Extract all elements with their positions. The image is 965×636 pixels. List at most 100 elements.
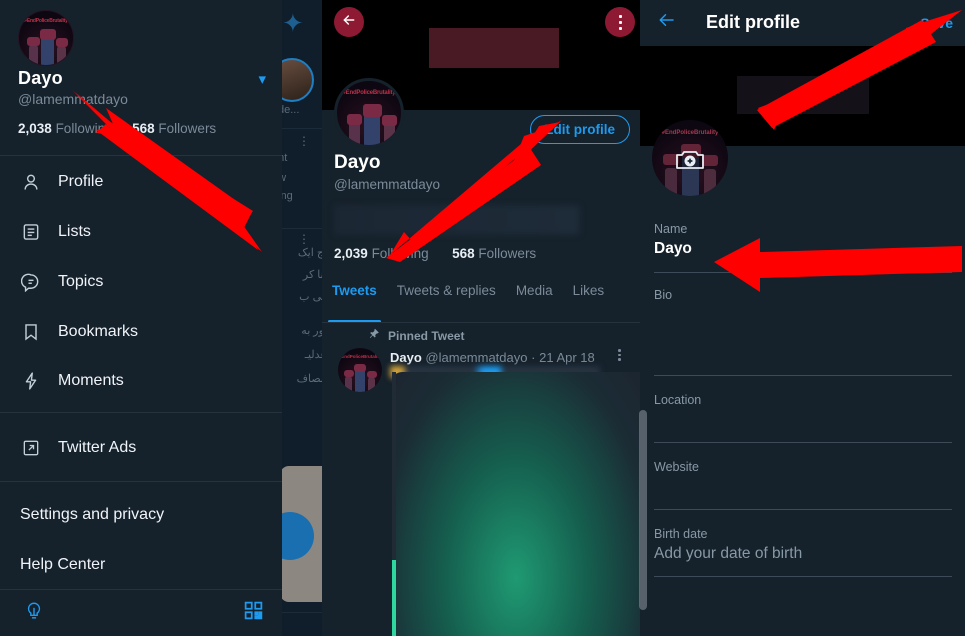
sidebar-item-label: Bookmarks — [58, 323, 139, 340]
lightbulb-icon[interactable] — [24, 601, 44, 628]
field-underline — [654, 272, 952, 273]
sidebar-item-profile[interactable]: Profile — [0, 161, 282, 203]
chevron-down-icon[interactable]: ▾ — [258, 70, 266, 88]
sidebar-item-label: Topics — [58, 273, 104, 290]
field-value[interactable]: Add your date of birth — [654, 545, 952, 563]
field-underline — [654, 509, 952, 510]
sidebar-item-twitter-ads[interactable]: Twitter Ads — [0, 427, 282, 469]
sidebar-drawer: #EndPoliceBrutality Dayo @lamemmatdayo ▾… — [0, 0, 282, 636]
profile-handle: @lamemmatdayo — [334, 177, 440, 192]
more-vertical-icon: ⋮ — [298, 232, 310, 246]
profile-panel: #EndPoliceBrutality Edit profile Dayo @l… — [322, 0, 640, 636]
field-underline — [654, 576, 952, 577]
tweet-author-handle: @lamemmatdayo — [425, 350, 528, 365]
save-button[interactable]: Save — [920, 15, 953, 31]
avatar-tagline: #EndPoliceBrutality — [24, 18, 68, 24]
field-location[interactable]: Location — [654, 393, 952, 411]
external-link-icon — [20, 437, 42, 459]
sidebar-item-topics[interactable]: Topics — [0, 261, 282, 303]
background-timeline-strip: ✦ de... ⋮ ent ew ning ⋮ آج ایک بنا کر گی… — [276, 0, 328, 636]
field-value[interactable]: Dayo — [654, 240, 952, 258]
profile-counts: 2,039 Following 568 Followers — [334, 246, 536, 261]
tweet-separator: · — [531, 350, 536, 365]
back-button[interactable] — [656, 11, 678, 34]
tab-tweets-and-replies[interactable]: Tweets & replies — [387, 283, 506, 315]
edit-panel-scrollbar[interactable] — [639, 410, 647, 610]
sidebar-account-name: Dayo — [18, 68, 63, 88]
background-media-card — [280, 466, 324, 602]
followers-label: Followers — [478, 246, 537, 261]
field-underline — [654, 375, 952, 376]
sidebar-item-label: Lists — [58, 223, 91, 240]
arrow-left-icon — [341, 12, 357, 33]
sidebar-item-label: Profile — [58, 173, 104, 190]
edit-profile-panel: Edit profile Save #EndPoliceBrutality Na… — [640, 0, 965, 636]
banner-redacted-area — [429, 28, 559, 68]
divider — [0, 589, 282, 590]
tweet-more-button[interactable] — [618, 349, 621, 361]
arrow-left-icon — [656, 11, 678, 34]
bookmark-icon — [20, 321, 42, 343]
tweet-author-avatar[interactable]: #EndPoliceBrutality — [338, 348, 382, 392]
followers-count: 568 — [132, 121, 155, 136]
profile-more-button[interactable] — [605, 7, 635, 37]
sidebar-item-lists[interactable]: Lists — [0, 211, 282, 253]
sidebar-item-settings-and-privacy[interactable]: Settings and privacy — [20, 506, 164, 524]
following-count[interactable]: 2,039 — [334, 246, 368, 261]
avatar[interactable]: #EndPoliceBrutality — [334, 78, 404, 148]
tab-media[interactable]: Media — [506, 283, 563, 315]
divider — [322, 322, 640, 323]
sparkles-icon: ✦ — [282, 8, 304, 38]
following-count: 2,038 — [18, 121, 52, 136]
divider — [0, 481, 282, 482]
following-label: Following — [55, 121, 113, 136]
edit-profile-header: Edit profile Save — [640, 0, 965, 46]
divider — [276, 228, 328, 229]
more-vertical-icon — [618, 14, 622, 18]
field-label: Location — [654, 393, 702, 407]
tweet-author-name: Dayo — [390, 350, 422, 365]
divider — [276, 612, 328, 613]
back-button[interactable] — [334, 7, 364, 37]
followers-count[interactable]: 568 — [452, 246, 475, 261]
sidebar-item-bookmarks[interactable]: Bookmarks — [0, 311, 282, 353]
tweet-header: Dayo @lamemmatdayo · 21 Apr 18 — [390, 350, 595, 365]
avatar[interactable]: #EndPoliceBrutality — [18, 10, 74, 66]
add-photo-icon — [675, 148, 705, 172]
sidebar-item-label: Moments — [58, 372, 124, 389]
profile-tabs: Tweets Tweets & replies Media Likes — [322, 283, 640, 323]
field-bio[interactable]: Bio — [654, 288, 952, 306]
avatar-tagline: #EndPoliceBrutality — [338, 354, 382, 359]
field-underline — [654, 442, 952, 443]
pinned-tweet-marker: Pinned Tweet — [368, 327, 464, 345]
following-label: Following — [371, 246, 429, 261]
followers-label: Followers — [158, 121, 217, 136]
divider — [0, 412, 282, 413]
profile-name: Dayo — [334, 152, 381, 173]
avatar-tagline: #EndPoliceBrutality — [342, 90, 396, 96]
edit-profile-button[interactable]: Edit profile — [529, 115, 630, 144]
sidebar-account-counts: 2,038 Following 568 Followers — [18, 121, 216, 136]
page-title: Edit profile — [706, 12, 800, 32]
avatar-editable[interactable]: #EndPoliceBrutality — [652, 120, 728, 196]
field-label: Website — [654, 460, 699, 474]
divider — [0, 155, 282, 156]
field-label: Name — [654, 222, 688, 236]
qr-code-icon[interactable] — [243, 600, 264, 626]
field-birth-date[interactable]: Birth date Add your date of birth — [654, 527, 952, 563]
pin-icon — [368, 327, 380, 345]
tweet-media-image[interactable] — [392, 372, 640, 636]
profile-bio-redacted — [334, 205, 580, 235]
background-play-button — [280, 512, 314, 560]
tab-likes[interactable]: Likes — [563, 283, 615, 315]
field-name[interactable]: Name Dayo — [654, 222, 952, 258]
field-label: Bio — [654, 288, 673, 302]
screenshot-stage: ✦ de... ⋮ ent ew ning ⋮ آج ایک بنا کر گی… — [0, 0, 965, 636]
banner-redacted-area — [737, 76, 869, 114]
tab-tweets[interactable]: Tweets — [322, 283, 387, 323]
field-website[interactable]: Website — [654, 460, 952, 478]
sidebar-item-help-center[interactable]: Help Center — [20, 556, 105, 574]
sidebar-item-moments[interactable]: Moments — [0, 360, 282, 402]
sidebar-account-handle: @lamemmatdayo — [18, 91, 128, 107]
person-icon — [20, 171, 42, 193]
